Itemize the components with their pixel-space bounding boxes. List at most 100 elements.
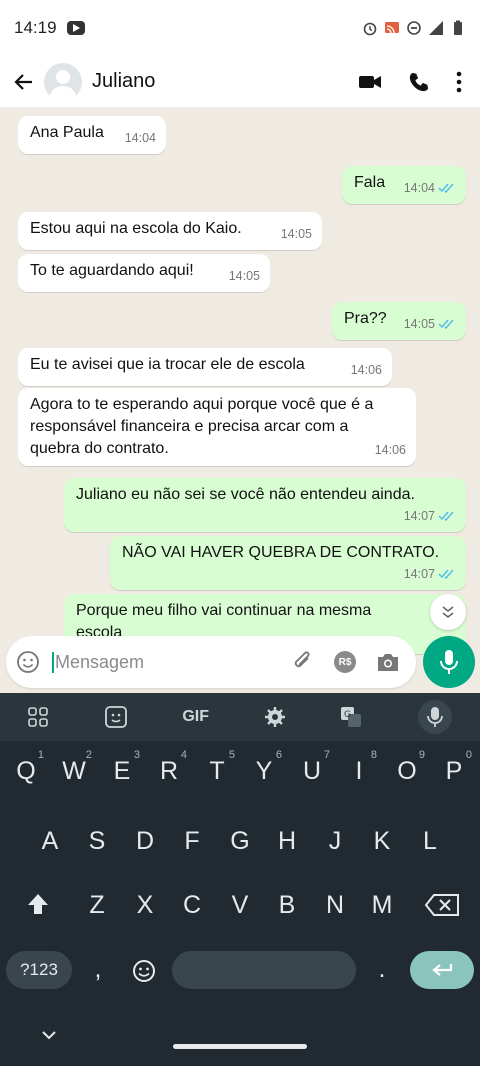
key-v[interactable]: V: [220, 891, 260, 920]
message-time: 14:07: [403, 567, 435, 581]
key-p[interactable]: P0: [434, 749, 474, 786]
payment-icon[interactable]: R$: [334, 651, 356, 673]
message-text: Ana Paula: [30, 124, 104, 141]
message-text: NÃO VAI HAVER QUEBRA DE CONTRATO.: [122, 544, 440, 561]
key-c[interactable]: C: [172, 891, 212, 920]
signal-icon: [429, 21, 443, 35]
key-w[interactable]: W2: [54, 749, 94, 786]
key-row-3: Z X C V B N M: [0, 891, 480, 951]
status-time: 14:19: [14, 18, 57, 37]
read-ticks-icon: [438, 183, 454, 193]
key-k[interactable]: K: [362, 827, 402, 856]
key-o[interactable]: O9: [387, 749, 427, 786]
key-a[interactable]: A: [30, 827, 70, 856]
message-text: Pra??: [344, 310, 387, 327]
emoji-key-icon[interactable]: [126, 957, 162, 985]
message-text: Eu te avisei que ia trocar ele de escola: [30, 356, 305, 373]
gif-button[interactable]: GIF: [182, 708, 209, 726]
translate-icon[interactable]: G: [340, 706, 362, 728]
key-j[interactable]: J: [315, 827, 355, 856]
key-g[interactable]: G: [220, 827, 260, 856]
message-composer[interactable]: Mensagem R$: [6, 636, 416, 688]
shift-key-icon[interactable]: [18, 891, 58, 919]
key-h[interactable]: H: [267, 827, 307, 856]
voice-input-icon[interactable]: [417, 699, 453, 735]
message-incoming[interactable]: Ana Paula 14:04: [18, 116, 166, 154]
message-text: Agora to te esperando aqui porque você q…: [30, 396, 374, 457]
key-l[interactable]: L: [410, 827, 450, 856]
sticker-icon[interactable]: [104, 706, 128, 728]
more-options-icon[interactable]: [456, 71, 462, 93]
emoji-icon[interactable]: [16, 650, 40, 674]
key-r[interactable]: R4: [149, 749, 189, 786]
apps-grid-icon[interactable]: [27, 706, 49, 728]
phone-call-icon[interactable]: [408, 71, 430, 93]
avatar[interactable]: [44, 62, 82, 101]
message-incoming[interactable]: To te aguardando aqui! 14:05: [18, 254, 270, 292]
key-x[interactable]: X: [125, 891, 165, 920]
youtube-notification-icon: [66, 21, 85, 35]
key-period[interactable]: .: [362, 955, 402, 984]
key-u[interactable]: U7: [292, 749, 332, 786]
message-time: 14:05: [228, 269, 260, 283]
chat-header: Juliano: [0, 56, 480, 108]
message-time: 14:04: [124, 131, 156, 145]
key-s[interactable]: S: [77, 827, 117, 856]
read-ticks-icon: [438, 319, 454, 329]
message-outgoing[interactable]: Juliano eu não sei se você não entendeu …: [64, 478, 466, 532]
message-incoming[interactable]: Eu te avisei que ia trocar ele de escola…: [18, 348, 392, 386]
read-ticks-icon: [438, 569, 454, 579]
key-i[interactable]: I8: [339, 749, 379, 786]
keyboard-toolbar: GIF G: [0, 693, 480, 741]
key-comma[interactable]: ,: [78, 955, 118, 984]
key-q[interactable]: Q1: [6, 749, 46, 786]
key-d[interactable]: D: [125, 827, 165, 856]
message-time: 14:05: [403, 317, 435, 331]
message-time: 14:04: [403, 181, 435, 195]
message-text: Fala: [354, 174, 386, 191]
message-time: 14:06: [374, 443, 406, 457]
key-m[interactable]: M: [362, 891, 402, 920]
key-e[interactable]: E3: [102, 749, 142, 786]
symbols-key[interactable]: ?123: [6, 951, 72, 989]
settings-gear-icon[interactable]: [264, 706, 286, 728]
keyboard[interactable]: GIF G Q1 W2 E3 R4 T5 Y6 U7 I8 O9 P0 A S …: [0, 693, 480, 1066]
message-time: 14:06: [350, 363, 382, 377]
key-t[interactable]: T5: [197, 749, 237, 786]
message-incoming[interactable]: Estou aqui na escola do Kaio. 14:05: [18, 212, 322, 250]
attach-icon[interactable]: [292, 650, 314, 674]
key-b[interactable]: B: [267, 891, 307, 920]
message-outgoing[interactable]: Fala 14:04: [342, 166, 466, 204]
message-outgoing[interactable]: Pra?? 14:05: [332, 302, 466, 340]
back-arrow-icon[interactable]: [12, 70, 36, 94]
contact-name[interactable]: Juliano: [92, 70, 155, 93]
voice-message-button[interactable]: [423, 636, 475, 688]
scroll-to-bottom-button[interactable]: [430, 594, 466, 630]
message-text: To te aguardando aqui!: [30, 262, 194, 279]
message-text: Juliano eu não sei se você não entendeu …: [76, 486, 415, 503]
battery-icon: [454, 20, 462, 35]
enter-key[interactable]: [410, 951, 474, 989]
video-call-icon[interactable]: [358, 70, 382, 94]
backspace-key-icon[interactable]: [422, 891, 462, 919]
message-incoming[interactable]: Agora to te esperando aqui porque você q…: [18, 388, 416, 466]
message-time: 14:07: [403, 509, 435, 523]
home-indicator[interactable]: [173, 1044, 307, 1049]
read-ticks-icon: [438, 511, 454, 521]
camera-icon[interactable]: [376, 651, 400, 673]
status-icons: [362, 20, 466, 36]
alarm-icon: [363, 22, 377, 36]
key-row-2: A S D F G H J K L: [0, 827, 480, 887]
do-not-disturb-icon: [407, 21, 421, 35]
space-key[interactable]: [172, 951, 356, 989]
hide-keyboard-chevron-icon[interactable]: [40, 1029, 58, 1041]
key-z[interactable]: Z: [77, 891, 117, 920]
message-input[interactable]: Mensagem: [52, 651, 292, 673]
key-y[interactable]: Y6: [244, 749, 284, 786]
chat-area[interactable]: Ana Paula 14:04 Fala 14:04 Estou aqui na…: [0, 108, 480, 693]
message-outgoing[interactable]: NÃO VAI HAVER QUEBRA DE CONTRATO. 14:07: [110, 536, 466, 590]
svg-text:G: G: [344, 710, 351, 720]
enter-arrow-icon: [432, 964, 453, 976]
key-n[interactable]: N: [315, 891, 355, 920]
key-f[interactable]: F: [172, 827, 212, 856]
